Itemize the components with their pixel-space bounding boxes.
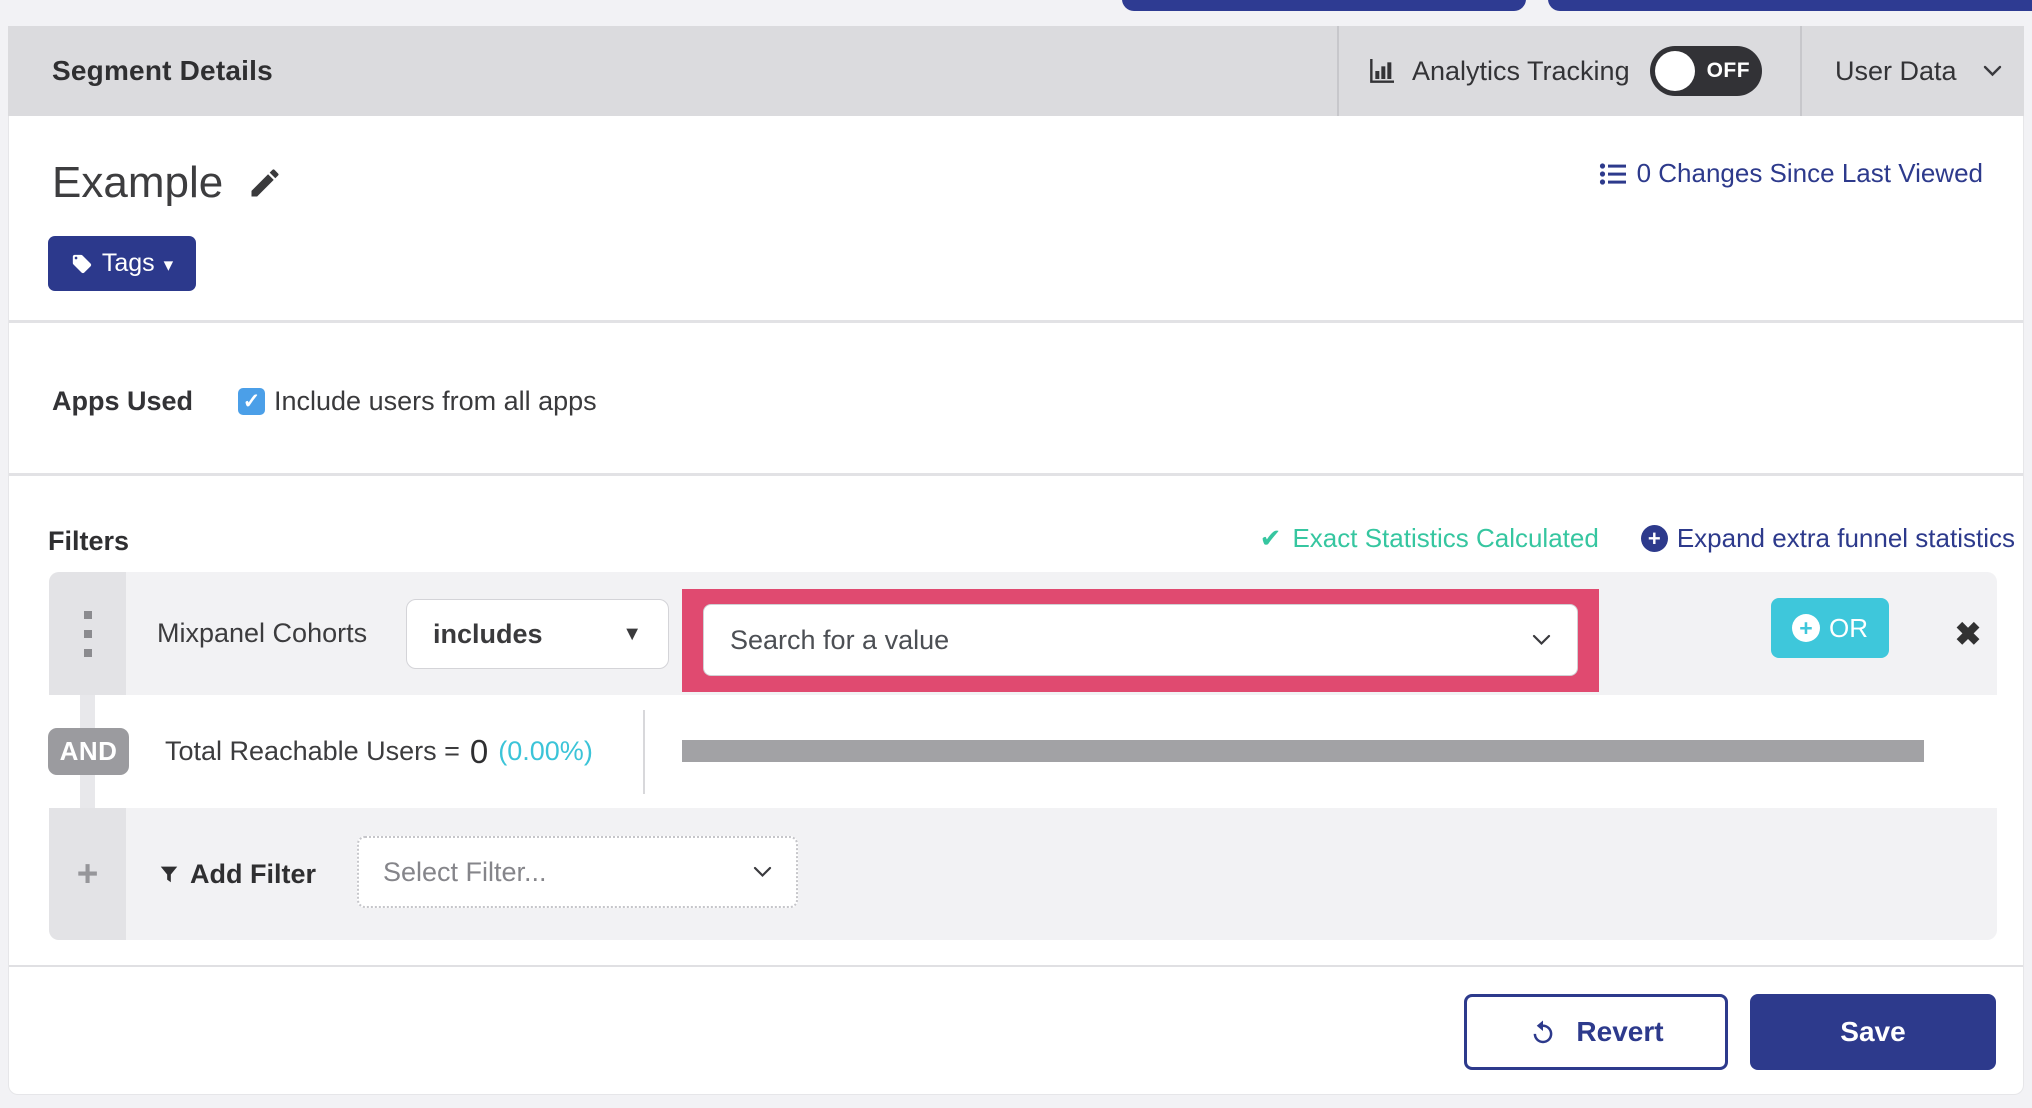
expand-funnel-statistics-link[interactable]: + Expand extra funnel statistics bbox=[1640, 523, 2015, 554]
header-divider bbox=[1800, 26, 1802, 116]
caret-down-icon: ▾ bbox=[163, 254, 174, 276]
tags-button-label: Tags bbox=[101, 249, 155, 277]
or-button-label: OR bbox=[1829, 612, 1868, 643]
changes-since-last-viewed-link[interactable]: 0 Changes Since Last Viewed bbox=[1599, 158, 1983, 189]
chevron-down-icon bbox=[1532, 634, 1551, 646]
bar-chart-icon bbox=[1366, 55, 1398, 87]
plus-icon: + bbox=[76, 853, 99, 894]
toggle-state-label: OFF bbox=[1706, 59, 1751, 82]
analytics-tracking-section: Analytics Tracking OFF bbox=[1366, 26, 1762, 116]
checkmark-icon: ✓ bbox=[242, 390, 261, 413]
user-data-dropdown[interactable]: User Data bbox=[1835, 26, 2002, 116]
add-filter-label: Add Filter bbox=[190, 858, 316, 889]
segment-details-header: Segment Details Analytics Tracking OFF U… bbox=[8, 26, 2024, 116]
add-filter-plus-cell[interactable]: + bbox=[49, 808, 126, 940]
revert-button-label: Revert bbox=[1576, 1016, 1664, 1047]
expand-funnel-statistics-label: Expand extra funnel statistics bbox=[1676, 523, 2015, 553]
reachable-label: Total Reachable Users = bbox=[165, 736, 460, 766]
save-button-label: Save bbox=[1840, 1016, 1906, 1047]
revert-button[interactable]: Revert bbox=[1464, 994, 1728, 1070]
exact-statistics-label: Exact Statistics Calculated bbox=[1292, 523, 1599, 553]
plus-circle-icon: + bbox=[1792, 614, 1820, 642]
segment-name: Example bbox=[52, 158, 224, 207]
edit-name-pencil-icon[interactable] bbox=[247, 165, 283, 201]
reachable-users-bar bbox=[682, 740, 1924, 762]
operator-select[interactable]: includes ▼ bbox=[406, 599, 669, 669]
tags-button[interactable]: Tags ▾ bbox=[48, 236, 196, 291]
operator-value: includes bbox=[433, 618, 543, 649]
user-data-label: User Data bbox=[1835, 55, 1957, 86]
add-filter-row: + Add Filter Select Filter... bbox=[49, 808, 1997, 940]
filter-rows: Mixpanel Cohorts includes ▼ Search for a… bbox=[48, 572, 1997, 940]
section-divider bbox=[9, 473, 2023, 476]
reachable-percent: (0.00%) bbox=[498, 736, 593, 766]
revert-undo-icon bbox=[1528, 1017, 1558, 1047]
segment-details-page: Segment Details Analytics Tracking OFF U… bbox=[0, 0, 2032, 1108]
filters-heading: Filters bbox=[48, 526, 130, 556]
footer-divider bbox=[9, 965, 2023, 967]
segment-title-row: Example bbox=[52, 158, 283, 208]
page-title: Segment Details bbox=[52, 55, 273, 86]
check-icon: ✔ bbox=[1259, 523, 1282, 553]
section-divider bbox=[9, 320, 2023, 323]
value-search-placeholder: Search for a value bbox=[730, 624, 950, 655]
analytics-tracking-label: Analytics Tracking bbox=[1412, 55, 1630, 86]
plus-circle-icon: + bbox=[1640, 525, 1668, 552]
filter-field-name: Mixpanel Cohorts bbox=[157, 618, 368, 648]
top-cutoff-button-1[interactable] bbox=[1122, 0, 1526, 11]
toggle-knob bbox=[1654, 51, 1695, 91]
drag-handle-column bbox=[49, 572, 126, 695]
add-filter-label-group: Add Filter bbox=[158, 808, 316, 940]
chevron-down-icon bbox=[753, 866, 772, 878]
and-badge: AND bbox=[48, 728, 129, 775]
change-list-icon bbox=[1599, 161, 1627, 187]
include-all-apps-label: Include users from all apps bbox=[274, 386, 597, 416]
chevron-down-icon bbox=[1983, 65, 2002, 77]
changes-link-label: 0 Changes Since Last Viewed bbox=[1636, 158, 1983, 188]
tag-icon bbox=[71, 253, 93, 275]
value-search-select[interactable]: Search for a value bbox=[703, 604, 1578, 676]
vertical-divider bbox=[643, 710, 645, 794]
header-divider bbox=[1337, 26, 1339, 116]
drag-grip-icon[interactable] bbox=[84, 611, 92, 657]
select-caret-icon: ▼ bbox=[622, 622, 642, 645]
add-or-condition-button[interactable]: + OR bbox=[1771, 598, 1889, 658]
reachable-value: 0 bbox=[469, 732, 489, 770]
filters-status-links: ✔ Exact Statistics Calculated + Expand e… bbox=[1260, 523, 2015, 554]
segment-content-card: Example 0 Changes Since Last Viewed Tags… bbox=[8, 116, 2024, 1095]
top-cutoff-button-2[interactable] bbox=[1548, 0, 2032, 11]
save-button[interactable]: Save bbox=[1750, 994, 1996, 1070]
remove-filter-close-icon[interactable]: ✖ bbox=[1933, 572, 2003, 695]
include-all-apps-checkbox[interactable]: ✓ bbox=[238, 388, 265, 415]
analytics-tracking-toggle[interactable]: OFF bbox=[1649, 46, 1762, 96]
exact-statistics-status: ✔ Exact Statistics Calculated bbox=[1260, 523, 1599, 554]
funnel-icon bbox=[158, 862, 180, 886]
apps-used-row: Apps Used ✓ Include users from all apps bbox=[52, 386, 597, 417]
reachable-users-row: AND Total Reachable Users = 0 (0.00%) bbox=[48, 695, 1997, 808]
apps-used-label: Apps Used bbox=[52, 386, 194, 416]
annotation-highlight-box: Search for a value bbox=[682, 589, 1599, 692]
filter-row-mixpanel-cohorts: Mixpanel Cohorts includes ▼ Search for a… bbox=[49, 572, 1997, 695]
total-reachable-users: Total Reachable Users = 0 (0.00%) bbox=[165, 695, 593, 808]
select-filter-dropdown[interactable]: Select Filter... bbox=[357, 836, 798, 908]
select-filter-placeholder: Select Filter... bbox=[383, 856, 547, 887]
